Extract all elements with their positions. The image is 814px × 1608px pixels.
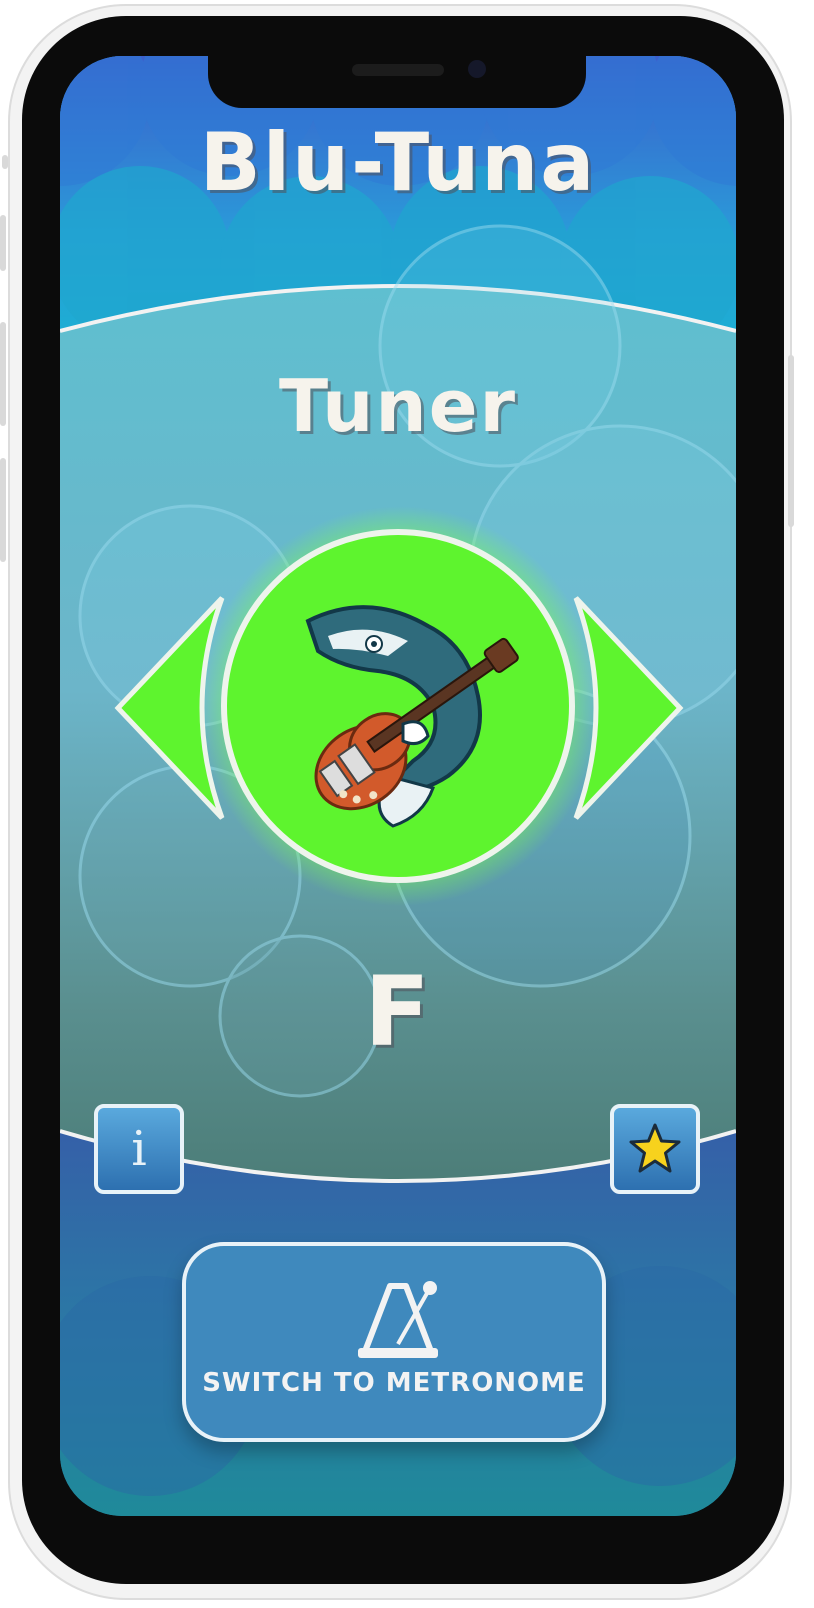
switch-label: SWITCH TO METRONOME bbox=[202, 1368, 586, 1398]
app-screen: Blu-Tuna Tuner F i SWITCH TO METRONOME bbox=[60, 56, 736, 1516]
speaker-grille bbox=[352, 64, 444, 76]
side-button bbox=[0, 322, 6, 426]
info-icon: i bbox=[131, 1121, 147, 1177]
left-arrow-icon[interactable] bbox=[112, 588, 232, 828]
star-icon bbox=[629, 1123, 681, 1173]
info-button[interactable]: i bbox=[94, 1104, 184, 1194]
front-camera bbox=[468, 60, 486, 78]
switch-to-metronome-button[interactable]: SWITCH TO METRONOME bbox=[182, 1242, 606, 1442]
app-title: Blu-Tuna bbox=[199, 116, 597, 209]
tuner-logo-button[interactable] bbox=[218, 526, 578, 886]
metronome-icon bbox=[358, 1281, 438, 1358]
current-note: F bbox=[364, 956, 432, 1068]
side-button bbox=[788, 355, 794, 527]
side-button bbox=[2, 155, 8, 169]
favorite-button[interactable] bbox=[610, 1104, 700, 1194]
side-button bbox=[0, 458, 6, 562]
right-arrow-icon[interactable] bbox=[566, 588, 686, 828]
side-button bbox=[0, 215, 6, 271]
mode-title: Tuner bbox=[278, 364, 518, 448]
